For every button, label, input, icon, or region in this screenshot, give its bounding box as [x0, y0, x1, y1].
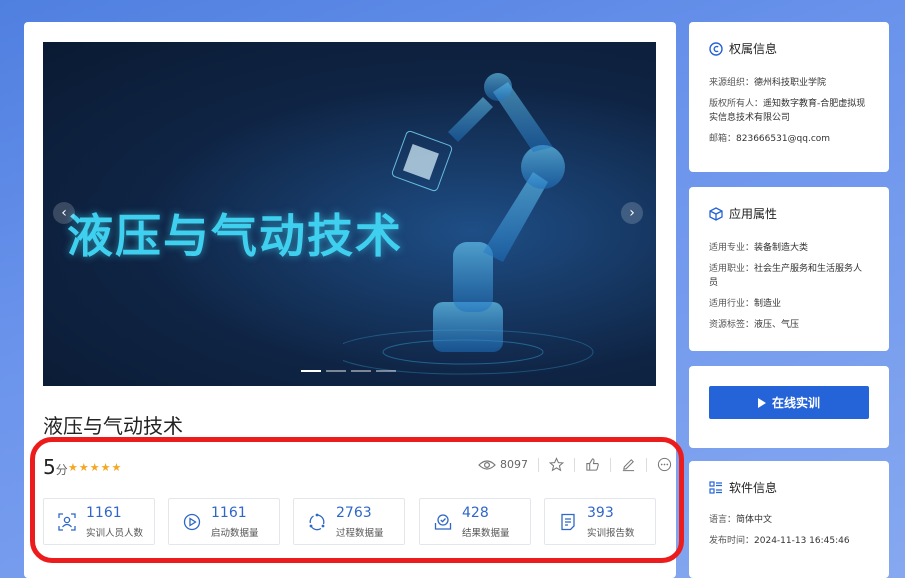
stat-label: 过程数据量: [336, 528, 384, 539]
divider: [574, 457, 575, 472]
software-details: 语言：简体中文 发布时间：2024-11-13 16:45:46: [709, 513, 874, 555]
stat-value: 1161: [211, 505, 247, 521]
carousel-next-button[interactable]: ›: [621, 202, 643, 224]
stat-card-reports: 393 实训报告数: [544, 498, 656, 545]
field-label: 发布时间：: [709, 536, 755, 546]
stat-value: 2763: [336, 505, 372, 521]
application-card: 应用属性 适用专业：装备制造大类 适用职业：社会生产服务和生活服务人员 适用行业…: [689, 187, 889, 351]
rating-score: 5分: [43, 455, 68, 479]
application-header: 应用属性: [709, 205, 777, 222]
field-label: 版权所有人：: [709, 99, 764, 109]
tags-value: 液压、气压: [754, 320, 800, 330]
field-label: 适用职业：: [709, 264, 755, 274]
stat-value: 393: [587, 505, 614, 521]
field-label: 语言：: [709, 515, 737, 525]
cube-icon: [709, 206, 723, 221]
stat-card-trainees: 1161 实训人员人数: [43, 498, 155, 545]
source-org: 德州科技职业学院: [754, 78, 827, 88]
rating-stars: ★★★★★: [68, 461, 123, 474]
divider: [646, 457, 647, 472]
score-unit: 分: [55, 463, 68, 477]
course-title: 液压与气动技术: [43, 414, 183, 438]
divider: [538, 457, 539, 472]
banner-title: 液压与气动技术: [67, 209, 403, 263]
more-options-icon[interactable]: [657, 457, 672, 472]
application-details: 适用专业：装备制造大类 适用职业：社会生产服务和生活服务人员 适用行业：制造业 …: [709, 241, 871, 339]
stat-value: 428: [462, 505, 489, 521]
person-scan-icon: [58, 513, 76, 531]
stat-value: 1161: [86, 505, 122, 521]
major-value: 装备制造大类: [754, 243, 809, 253]
cycle-icon: [309, 513, 325, 531]
language-value: 简体中文: [736, 515, 773, 525]
ownership-card: 权属信息 来源组织：德州科技职业学院 版权所有人：遥知数字教育-合肥虚拟现实信息…: [689, 22, 889, 172]
carousel-dot[interactable]: [376, 370, 396, 372]
ownership-title: 权属信息: [729, 42, 778, 56]
application-title: 应用属性: [729, 207, 778, 221]
eye-icon: [478, 459, 496, 470]
industry-value: 制造业: [754, 299, 782, 309]
chevron-left-icon: ‹: [61, 205, 67, 221]
score-value: 5: [43, 455, 56, 479]
report-doc-icon: [561, 513, 575, 531]
carousel-indicators: [301, 370, 396, 372]
online-training-label: 在线实训: [771, 396, 820, 410]
online-training-card: 在线实训: [689, 366, 889, 448]
tray-check-icon: [434, 514, 452, 530]
carousel-prev-button[interactable]: ‹: [53, 202, 75, 224]
stat-card-launches: 1161 启动数据量: [168, 498, 280, 545]
stat-card-process: 2763 过程数据量: [293, 498, 405, 545]
course-banner-carousel[interactable]: 液压与气动技术 ‹ ›: [43, 42, 656, 386]
release-date: 2024-11-13 16:45:46: [754, 536, 850, 546]
field-label: 资源标签：: [709, 320, 755, 330]
course-actions: 8097: [478, 457, 672, 472]
carousel-dot[interactable]: [326, 370, 346, 372]
views-counter: 8097: [478, 458, 528, 471]
stat-label: 启动数据量: [211, 528, 259, 539]
stat-label: 实训人员人数: [86, 528, 144, 539]
carousel-dot[interactable]: [351, 370, 371, 372]
email-value: 823666531@qq.com: [736, 134, 831, 144]
copyright-icon: [709, 41, 723, 56]
field-label: 适用专业：: [709, 243, 755, 253]
carousel-dot[interactable]: [301, 370, 321, 372]
ownership-details: 来源组织：德州科技职业学院 版权所有人：遥知数字教育-合肥虚拟现实信息技术有限公…: [709, 76, 871, 153]
list-grid-icon: [709, 480, 722, 494]
software-card: 软件信息 语言：简体中文 发布时间：2024-11-13 16:45:46: [689, 461, 889, 578]
ownership-header: 权属信息: [709, 40, 777, 57]
stat-label: 实训报告数: [587, 528, 635, 539]
stat-label: 结果数据量: [462, 528, 510, 539]
chevron-right-icon: ›: [629, 205, 635, 221]
divider: [610, 457, 611, 472]
online-training-button[interactable]: 在线实训: [709, 386, 869, 419]
stat-card-results: 428 结果数据量: [419, 498, 531, 545]
edit-pencil-icon[interactable]: [621, 457, 636, 472]
field-label: 适用行业：: [709, 299, 755, 309]
star-favorite-icon[interactable]: [549, 457, 564, 472]
views-count: 8097: [500, 458, 528, 471]
play-triangle-icon: [757, 397, 766, 408]
field-label: 来源组织：: [709, 78, 755, 88]
software-header: 软件信息: [709, 479, 777, 496]
software-title: 软件信息: [729, 481, 778, 495]
field-label: 邮箱：: [709, 134, 737, 144]
play-circle-icon: [183, 513, 201, 531]
thumbs-up-icon[interactable]: [585, 457, 600, 472]
